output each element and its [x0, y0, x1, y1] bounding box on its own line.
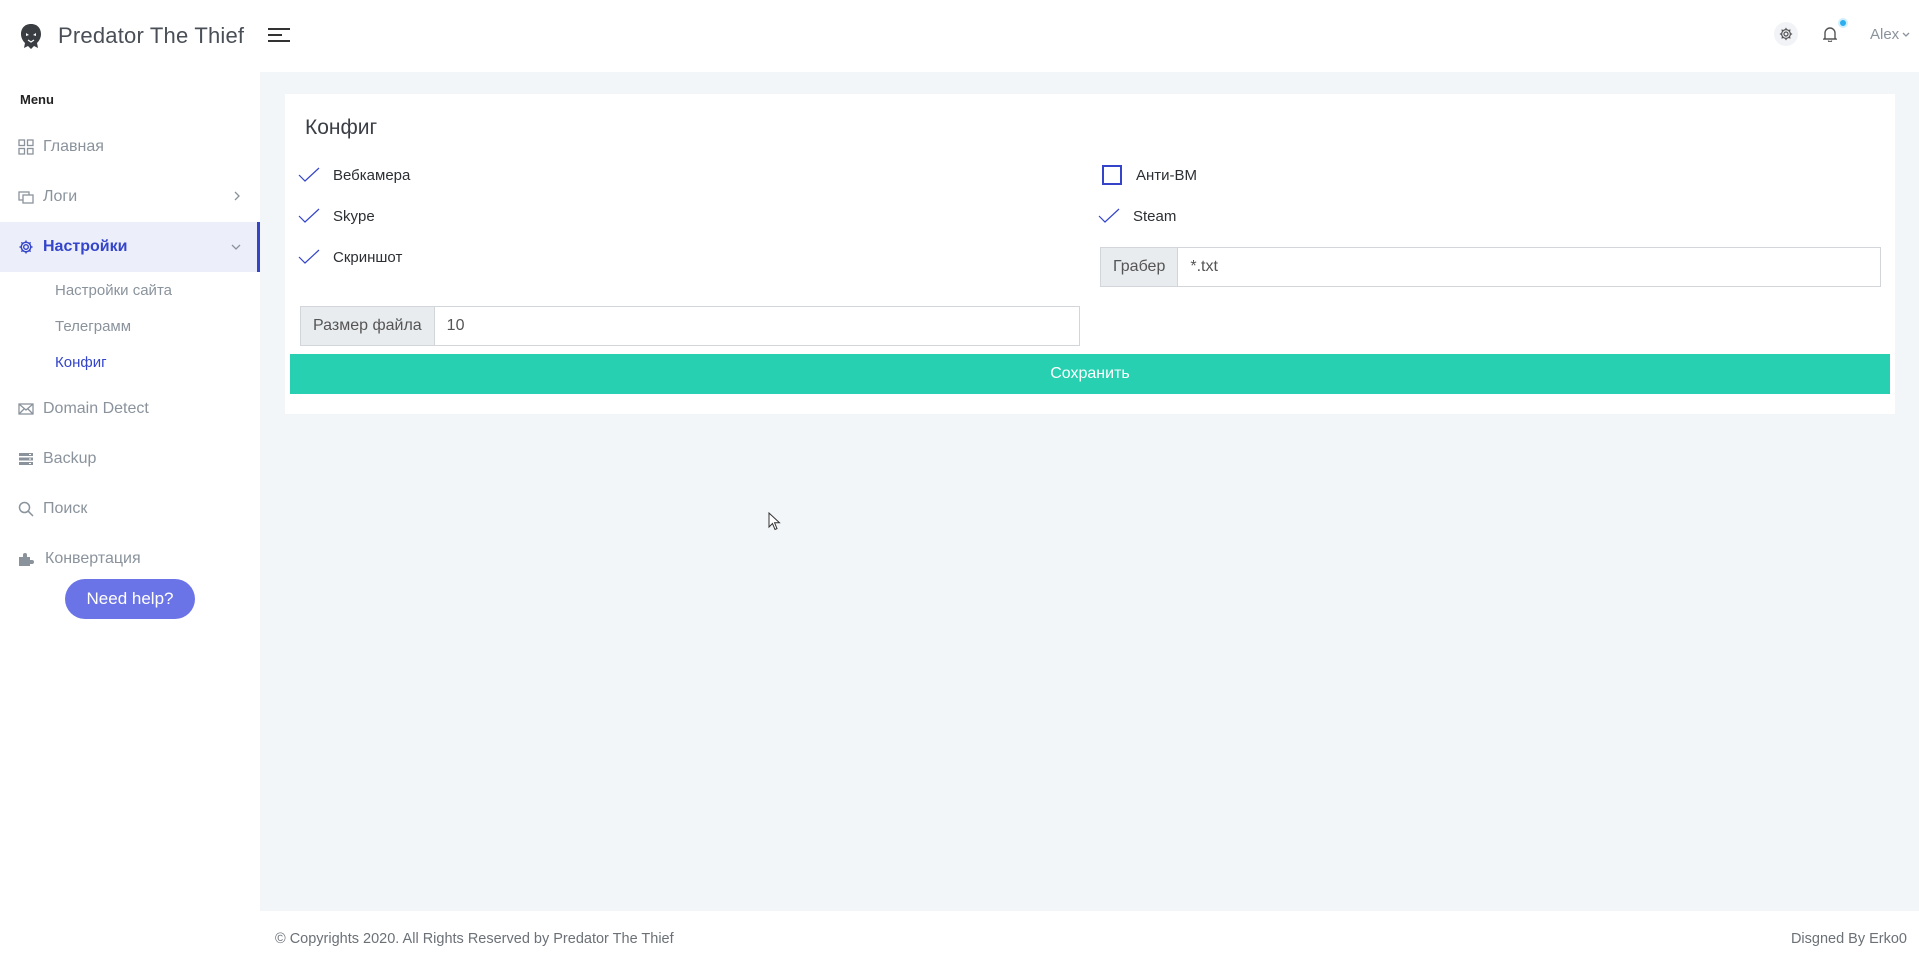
chevron-right-icon	[232, 189, 242, 207]
file-size-input[interactable]	[434, 307, 1079, 345]
check-icon	[297, 245, 321, 269]
config-card: Конфиг Вебкамера Skype Скриншот Анти-ВМ …	[285, 94, 1895, 414]
checkbox-empty	[1102, 165, 1122, 185]
sidebar: Predator The Thief Menu Главная Логи Нас…	[0, 0, 260, 966]
check-icon	[297, 204, 321, 228]
settings-gear-icon[interactable]	[1774, 22, 1798, 46]
sidebar-item-logs[interactable]: Логи	[0, 172, 260, 222]
brand[interactable]: Predator The Thief	[0, 0, 260, 72]
checkbox-steam[interactable]: Steam	[1097, 204, 1176, 228]
file-size-group: Размер файла	[300, 306, 1080, 346]
checkbox-screenshot[interactable]: Скриншот	[297, 245, 402, 269]
grid-icon	[18, 139, 34, 155]
check-icon	[1097, 204, 1121, 228]
grabber-group: Грабер	[1100, 247, 1881, 287]
sidebar-item-domain-detect[interactable]: Domain Detect	[0, 384, 260, 434]
check-icon	[297, 163, 321, 187]
mouse-cursor-icon	[768, 511, 782, 537]
footer: © Copyrights 2020. All Rights Reserved b…	[260, 911, 1919, 966]
menu-toggle-icon[interactable]	[268, 28, 290, 44]
page-title: Конфиг	[305, 116, 378, 139]
copyright-text: © Copyrights 2020. All Rights Reserved b…	[275, 931, 674, 947]
checkbox-label: Анти-ВМ	[1136, 166, 1198, 184]
user-name: Alex	[1870, 26, 1900, 43]
sidebar-item-home[interactable]: Главная	[0, 122, 260, 172]
sidebar-item-label: Backup	[43, 450, 97, 467]
sidebar-item-backup[interactable]: Backup	[0, 434, 260, 484]
sidebar-item-label: Логи	[43, 188, 78, 205]
chevron-down-icon	[230, 239, 242, 257]
search-icon	[18, 501, 34, 517]
copy-icon	[18, 189, 34, 205]
sidebar-item-settings[interactable]: Настройки	[0, 222, 260, 272]
gear-icon	[18, 239, 34, 255]
checkbox-skype[interactable]: Skype	[297, 204, 375, 228]
save-button[interactable]: Сохранить	[290, 354, 1890, 394]
sidebar-item-search[interactable]: Поиск	[0, 484, 260, 534]
sidebar-subitem-config[interactable]: Конфиг	[0, 344, 260, 380]
menu-title: Menu	[20, 92, 54, 107]
sidebar-item-label: Поиск	[43, 500, 88, 517]
predator-logo-icon	[16, 21, 46, 51]
topbar: Alex	[260, 0, 1919, 72]
sidebar-item-label: Главная	[43, 138, 104, 155]
designer-credit: Disgned By Erko0	[1790, 931, 1907, 947]
grabber-input[interactable]	[1178, 248, 1880, 286]
grabber-label: Грабер	[1101, 248, 1179, 286]
puzzle-icon	[18, 551, 36, 567]
sidebar-item-conversion[interactable]: Конвертация	[0, 534, 260, 584]
checkbox-label: Skype	[333, 207, 375, 225]
need-help-button[interactable]: Need help?	[65, 579, 195, 619]
sidebar-subitem-site-settings[interactable]: Настройки сайта	[0, 272, 260, 308]
sidebar-subitem-telegram[interactable]: Телеграмм	[0, 308, 260, 344]
checkbox-label: Steam	[1133, 207, 1177, 225]
notification-dot	[1838, 18, 1848, 28]
notification-bell-icon[interactable]	[1818, 18, 1848, 46]
checkbox-label: Скриншот	[333, 248, 403, 266]
user-menu[interactable]: Alex	[1870, 26, 1911, 43]
sidebar-item-label: Конвертация	[45, 550, 141, 567]
chevron-down-icon	[1901, 26, 1911, 43]
checkbox-label: Вебкамера	[333, 166, 411, 184]
brand-name: Predator The Thief	[58, 23, 245, 48]
checkbox-anti-vm[interactable]: Анти-ВМ	[1100, 163, 1197, 187]
server-icon	[18, 451, 34, 467]
sidebar-item-label: Domain Detect	[43, 400, 149, 417]
checkbox-webcam[interactable]: Вебкамера	[297, 163, 410, 187]
mail-icon	[18, 401, 34, 417]
sidebar-item-label: Настройки	[43, 238, 128, 255]
file-size-label: Размер файла	[301, 307, 435, 345]
